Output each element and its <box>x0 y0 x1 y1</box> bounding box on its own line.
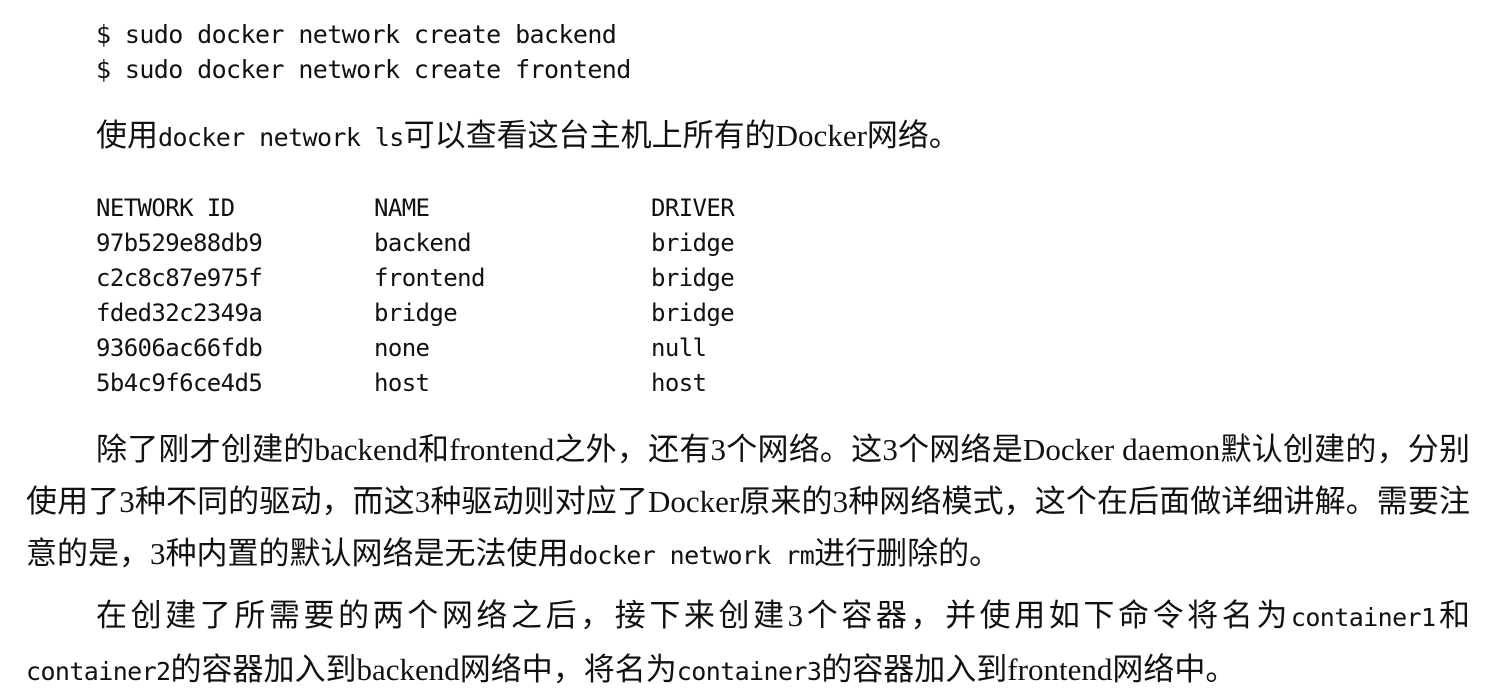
intro-text-after: 可以查看这台主机上所有的Docker网络。 <box>403 118 960 153</box>
network-name-cell: backend <box>374 229 472 257</box>
network-id-cell: c2c8c87e975f <box>96 264 263 292</box>
network-id-cell: 5b4c9f6ce4d5 <box>96 369 263 397</box>
network-driver-cell: bridge <box>651 229 735 257</box>
network-name-cell: host <box>374 369 430 397</box>
command-create-frontend: $ sudo docker network create frontend <box>96 55 631 84</box>
network-id-cell: fded32c2349a <box>96 299 263 327</box>
default-networks-text-end: 进行删除的。 <box>814 536 1001 571</box>
table-row: 97b529e88db9 backend bridge <box>96 226 851 261</box>
network-driver-cell: bridge <box>651 264 735 292</box>
inline-code-network-ls: docker network ls <box>158 123 404 152</box>
containers-text-4: 的容器加入到frontend网络中。 <box>821 652 1237 687</box>
header-name: NAME <box>374 194 430 222</box>
network-driver-cell: null <box>651 334 707 362</box>
inline-code-container1: container1 <box>1290 603 1436 632</box>
containers-text-1: 在创建了所需要的两个网络之后，接下来创建3个容器，并使用如下命令将名为 <box>96 598 1291 633</box>
inline-code-container3: container3 <box>676 657 822 686</box>
containers-paragraph: 在创建了所需要的两个网络之后，接下来创建3个容器，并使用如下命令将名为conta… <box>26 590 1470 698</box>
network-driver-cell: host <box>651 369 707 397</box>
containers-text-2: 和 <box>1435 598 1471 633</box>
network-driver-cell: bridge <box>651 299 735 327</box>
inline-code-network-rm: docker network rm <box>568 541 815 570</box>
intro-paragraph: 使用docker network ls可以查看这台主机上所有的Docker网络。 <box>96 110 1396 164</box>
network-name-cell: frontend <box>374 264 485 292</box>
table-header-row: NETWORK ID NAME DRIVER <box>96 191 851 226</box>
network-name-cell: bridge <box>374 299 458 327</box>
network-name-cell: none <box>374 334 430 362</box>
network-list-table: NETWORK ID NAME DRIVER 97b529e88db9 back… <box>96 191 851 401</box>
table-row: 5b4c9f6ce4d5 host host <box>96 366 851 401</box>
table-row: c2c8c87e975f frontend bridge <box>96 261 851 296</box>
command-create-backend: $ sudo docker network create backend <box>96 20 617 49</box>
intro-text-before: 使用 <box>96 118 158 153</box>
network-id-cell: 93606ac66fdb <box>96 334 263 362</box>
inline-code-container2: container2 <box>26 657 171 686</box>
table-row: 93606ac66fdb none null <box>96 331 851 366</box>
default-networks-paragraph: 除了刚才创建的backend和frontend之外，还有3个网络。这3个网络是D… <box>26 424 1470 582</box>
containers-text-3: 的容器加入到backend网络中，将名为 <box>170 652 677 687</box>
header-driver: DRIVER <box>651 194 735 222</box>
document-page: $ sudo docker network create backend $ s… <box>0 0 1490 696</box>
table-row: fded32c2349a bridge bridge <box>96 296 851 331</box>
network-id-cell: 97b529e88db9 <box>96 229 263 257</box>
header-network-id: NETWORK ID <box>96 194 235 222</box>
